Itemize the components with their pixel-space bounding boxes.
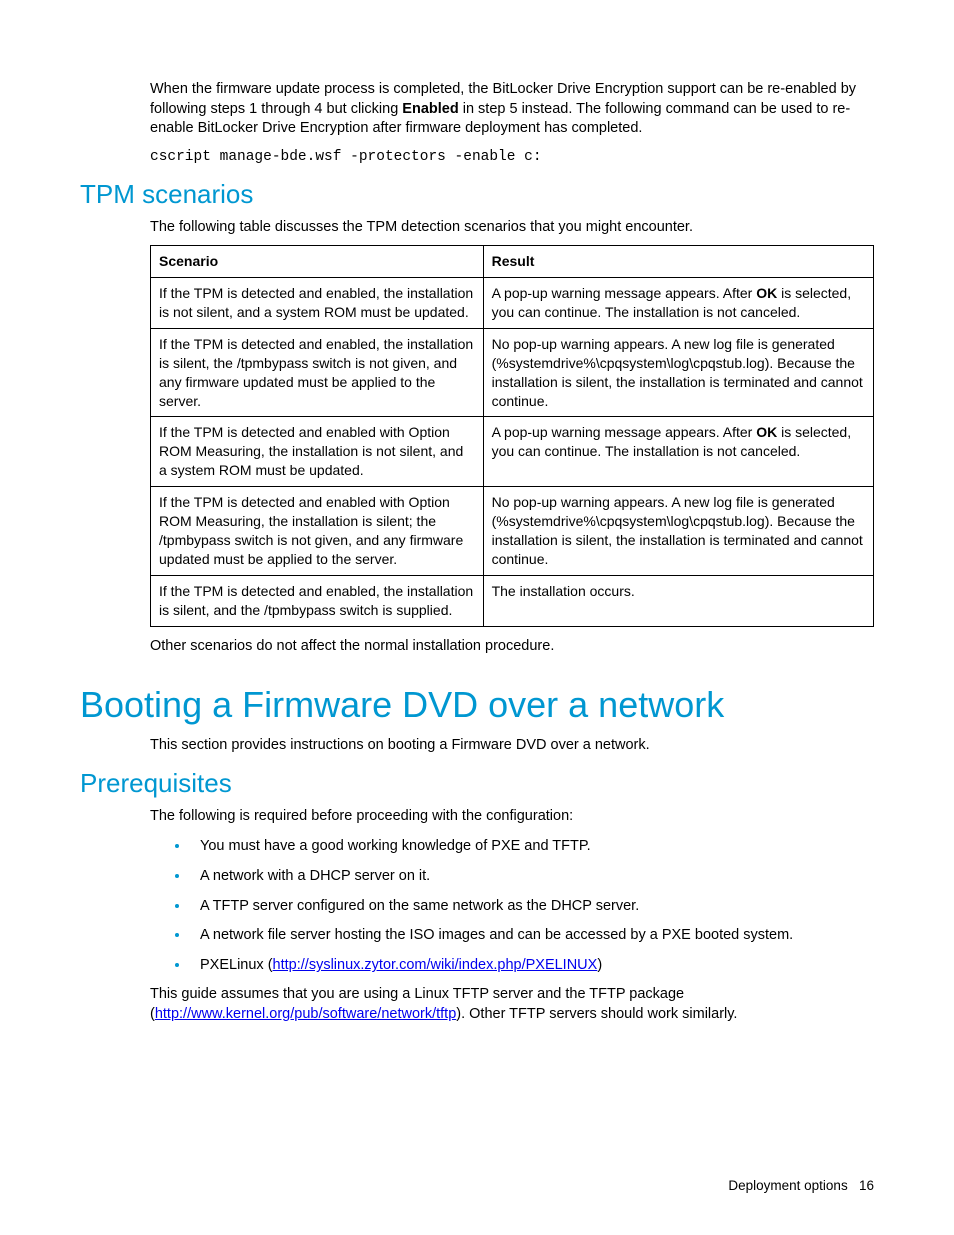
table-row: If the TPM is detected and enabled, the … xyxy=(151,328,874,417)
cell-result: A pop-up warning message appears. After … xyxy=(483,278,873,329)
tftp-link[interactable]: http://www.kernel.org/pub/software/netwo… xyxy=(155,1006,456,1022)
list-item: A network with a DHCP server on it. xyxy=(190,864,874,888)
col-scenario: Scenario xyxy=(151,246,484,278)
prerequisites-heading: Prerequisites xyxy=(80,768,874,799)
list-item: A network file server hosting the ISO im… xyxy=(190,923,874,947)
table-row: If the TPM is detected and enabled, the … xyxy=(151,278,874,329)
cell-scenario: If the TPM is detected and enabled, the … xyxy=(151,575,484,626)
prereq-lead: The following is required before proceed… xyxy=(150,807,874,827)
list-item: PXELinux (http://syslinux.zytor.com/wiki… xyxy=(190,953,874,977)
text: ). Other TFTP servers should work simila… xyxy=(456,1006,737,1022)
cell-result: No pop-up warning appears. A new log fil… xyxy=(483,487,873,576)
cell-result: No pop-up warning appears. A new log fil… xyxy=(483,328,873,417)
cell-scenario: If the TPM is detected and enabled with … xyxy=(151,417,484,487)
prereq-list: You must have a good working knowledge o… xyxy=(150,834,874,977)
prereq-foot: This guide assumes that you are using a … xyxy=(150,985,874,1024)
text: ) xyxy=(597,957,602,973)
tpm-lead: The following table discusses the TPM de… xyxy=(150,218,874,238)
cell-result: The installation occurs. xyxy=(483,575,873,626)
list-item: You must have a good working knowledge o… xyxy=(190,834,874,858)
code-block: cscript manage-bde.wsf -protectors -enab… xyxy=(150,149,874,165)
pxelinux-link[interactable]: http://syslinux.zytor.com/wiki/index.php… xyxy=(273,957,598,973)
footer-page: 16 xyxy=(859,1178,874,1193)
cell-scenario: If the TPM is detected and enabled, the … xyxy=(151,278,484,329)
cell-scenario: If the TPM is detected and enabled, the … xyxy=(151,328,484,417)
footer-section: Deployment options xyxy=(728,1178,847,1193)
booting-heading: Booting a Firmware DVD over a network xyxy=(80,684,874,726)
cell-scenario: If the TPM is detected and enabled with … xyxy=(151,487,484,576)
boot-lead: This section provides instructions on bo… xyxy=(150,736,874,756)
tpm-scenarios-heading: TPM scenarios xyxy=(80,179,874,210)
table-row: If the TPM is detected and enabled with … xyxy=(151,417,874,487)
list-item: A TFTP server configured on the same net… xyxy=(190,894,874,918)
page-footer: Deployment options 16 xyxy=(728,1178,874,1193)
tpm-after: Other scenarios do not affect the normal… xyxy=(150,637,874,657)
tpm-table: Scenario Result If the TPM is detected a… xyxy=(150,245,874,626)
enabled-bold: Enabled xyxy=(402,101,458,117)
table-row: If the TPM is detected and enabled, the … xyxy=(151,575,874,626)
col-result: Result xyxy=(483,246,873,278)
text: PXELinux ( xyxy=(200,957,273,973)
table-header-row: Scenario Result xyxy=(151,246,874,278)
cell-result: A pop-up warning message appears. After … xyxy=(483,417,873,487)
bitlocker-paragraph: When the firmware update process is comp… xyxy=(150,80,874,139)
table-row: If the TPM is detected and enabled with … xyxy=(151,487,874,576)
